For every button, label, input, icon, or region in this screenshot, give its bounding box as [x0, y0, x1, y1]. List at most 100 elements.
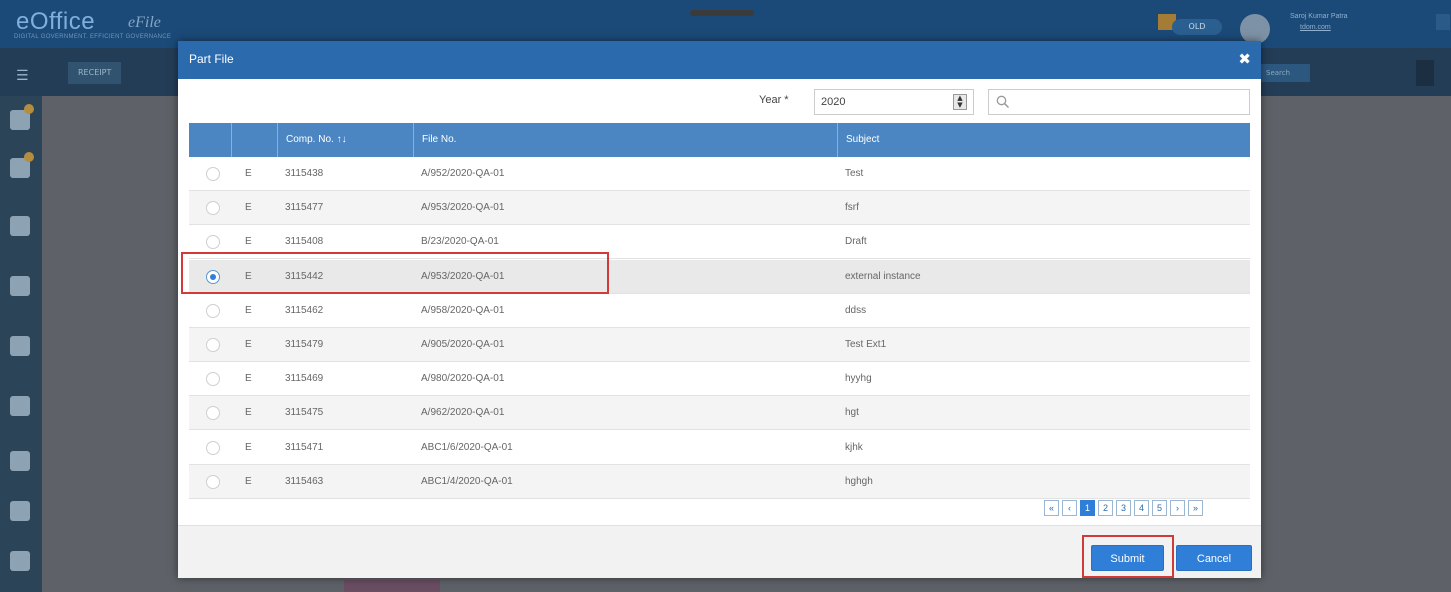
- type-column-header: [231, 123, 277, 157]
- sidebar-share-icon[interactable]: [10, 396, 30, 416]
- page-3-button[interactable]: 3: [1116, 500, 1131, 516]
- row-radio-button[interactable]: [206, 338, 220, 352]
- type-cell: E: [245, 270, 252, 282]
- row-radio-button[interactable]: [206, 440, 220, 455]
- page-2-button[interactable]: 2: [1098, 500, 1113, 516]
- toolbar-right-icon[interactable]: [1416, 60, 1434, 86]
- type-cell: E: [245, 475, 252, 487]
- sidebar-lock-icon[interactable]: [10, 451, 30, 471]
- table-row[interactable]: E 3115471 ABC1/6/2020-QA-01 kjhk: [189, 430, 1250, 465]
- file-no-cell: B/23/2020-QA-01: [421, 236, 499, 248]
- row-radio-button[interactable]: [206, 474, 220, 489]
- row-radio-button[interactable]: [206, 406, 220, 421]
- subject-cell: fsrf: [845, 202, 859, 214]
- year-field[interactable]: 2020 ▲ ▼: [814, 89, 974, 115]
- table-row[interactable]: E 3115477 A/953/2020-QA-01 fsrf: [189, 191, 1250, 226]
- menu-icon[interactable]: ☰: [16, 68, 29, 84]
- module-name: eFile: [128, 14, 161, 31]
- dialog-title: Part File: [189, 52, 234, 66]
- row-radio-button[interactable]: [206, 303, 220, 318]
- sidebar-receipt-icon[interactable]: [10, 104, 34, 130]
- table-row[interactable]: E 3115469 A/980/2020-QA-01 hyyhg: [189, 362, 1250, 397]
- file-no-cell: A/952/2020-QA-01: [421, 168, 505, 179]
- first-page-button[interactable]: «: [1044, 500, 1059, 516]
- eoffice-tagline: DIGITAL GOVERNMENT. EFFICIENT GOVERNANCE: [14, 34, 172, 40]
- subject-cell: ddss: [845, 304, 867, 316]
- comp-no-cell: 3115438: [285, 168, 324, 179]
- type-cell: E: [245, 441, 252, 453]
- sidebar-home-icon[interactable]: [10, 276, 30, 296]
- row-radio-button[interactable]: [206, 269, 220, 284]
- comp-no-cell: 3115442: [285, 270, 324, 282]
- comp-no-cell: 3115479: [285, 339, 324, 350]
- subject-cell: hyyhg: [845, 373, 872, 385]
- file-no-cell: A/953/2020-QA-01: [421, 202, 505, 214]
- subject-cell: Draft: [845, 236, 867, 248]
- comp-no-cell: 3115477: [285, 202, 324, 214]
- file-no-cell: A/905/2020-QA-01: [421, 339, 505, 350]
- year-value: 2020: [821, 96, 846, 108]
- page-1-button[interactable]: 1: [1080, 500, 1095, 516]
- subject-cell: hgt: [845, 407, 859, 419]
- sidebar-inbox-icon[interactable]: [10, 216, 30, 236]
- sidebar-create-icon[interactable]: [10, 336, 30, 356]
- sidebar: [0, 96, 42, 592]
- file-no-cell: A/953/2020-QA-01: [421, 270, 505, 282]
- background-panel: [344, 580, 440, 592]
- sidebar-file-icon[interactable]: [10, 152, 34, 178]
- search-input[interactable]: [988, 89, 1250, 115]
- cancel-button[interactable]: Cancel: [1176, 545, 1252, 571]
- table-row[interactable]: E 3115408 B/23/2020-QA-01 Draft: [189, 225, 1250, 260]
- user-avatar[interactable]: [1240, 14, 1270, 44]
- table-row[interactable]: E 3115463 ABC1/4/2020-QA-01 hghgh: [189, 464, 1250, 499]
- row-radio-button[interactable]: [206, 235, 220, 250]
- row-radio-button[interactable]: [206, 372, 220, 387]
- comp-no-cell: 3115475: [285, 407, 324, 419]
- dialog-header: Part File ✖: [178, 41, 1261, 79]
- row-radio-button[interactable]: [206, 167, 220, 181]
- table-row[interactable]: E 3115479 A/905/2020-QA-01 Test Ext1: [189, 328, 1250, 362]
- search-icon: [996, 95, 1010, 109]
- comp-no-column-header[interactable]: Comp. No. ↑↓: [277, 123, 413, 157]
- subject-cell: external instance: [845, 270, 921, 282]
- next-page-button[interactable]: ›: [1170, 500, 1185, 516]
- type-cell: E: [245, 202, 252, 214]
- type-cell: E: [245, 236, 252, 248]
- table-header: Comp. No. ↑↓ File No. Subject: [189, 123, 1250, 157]
- table-row[interactable]: E 3115438 A/952/2020-QA-01 Test: [189, 157, 1250, 191]
- file-no-cell: A/958/2020-QA-01: [421, 304, 505, 316]
- table-row[interactable]: E 3115442 A/953/2020-QA-01 external instanc…: [189, 259, 1250, 294]
- type-cell: E: [245, 168, 252, 179]
- select-column-header: [189, 123, 231, 157]
- year-label: Year *: [759, 94, 789, 106]
- comp-no-cell: 3115469: [285, 373, 324, 385]
- type-cell: E: [245, 373, 252, 385]
- table-row[interactable]: E 3115475 A/962/2020-QA-01 hgt: [189, 396, 1250, 431]
- table-row[interactable]: E 3115462 A/958/2020-QA-01 ddss: [189, 293, 1250, 328]
- file-no-column-header[interactable]: File No.: [413, 123, 837, 157]
- subject-column-header[interactable]: Subject: [837, 123, 1250, 157]
- page-5-button[interactable]: 5: [1152, 500, 1167, 516]
- search-button[interactable]: Search: [1258, 64, 1310, 82]
- prev-page-button[interactable]: ‹: [1062, 500, 1077, 516]
- subject-cell: Test: [845, 168, 864, 179]
- sidebar-add-icon[interactable]: [10, 501, 30, 521]
- row-radio-button[interactable]: [206, 201, 220, 216]
- part-file-dialog: Part File ✖ Year * 2020 ▲ ▼ Comp. No. ↑↓ …: [178, 41, 1261, 578]
- file-no-cell: A/980/2020-QA-01: [421, 373, 505, 385]
- comp-no-cell: 3115471: [285, 441, 324, 453]
- receipt-button[interactable]: RECEIPT: [68, 62, 122, 84]
- top-handle: [690, 10, 754, 16]
- file-no-cell: ABC1/6/2020-QA-01: [421, 441, 513, 453]
- spinner-icon[interactable]: ▲ ▼: [953, 94, 967, 110]
- file-no-cell: ABC1/4/2020-QA-01: [421, 475, 513, 487]
- close-icon[interactable]: ✖: [1238, 50, 1251, 68]
- version-toggle[interactable]: OLD: [1172, 19, 1222, 35]
- sidebar-report-icon[interactable]: [10, 551, 30, 571]
- comp-no-cell: 3115462: [285, 304, 324, 316]
- user-menu-caret-icon[interactable]: [1436, 14, 1450, 30]
- last-page-button[interactable]: »: [1188, 500, 1203, 516]
- type-cell: E: [245, 339, 252, 350]
- page-4-button[interactable]: 4: [1134, 500, 1149, 516]
- submit-button[interactable]: Submit: [1091, 545, 1164, 571]
